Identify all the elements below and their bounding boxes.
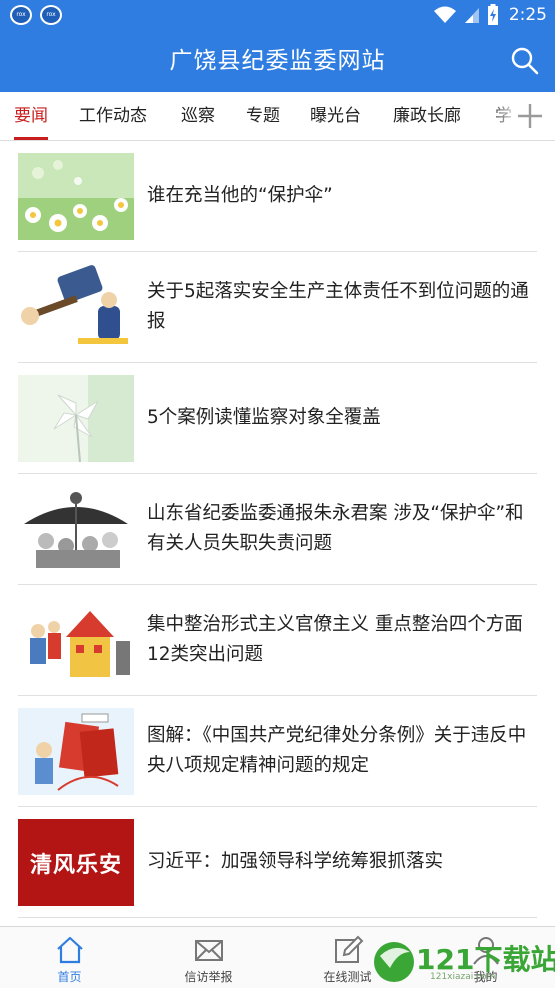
nav-home[interactable]: 首页 bbox=[0, 927, 139, 988]
watermark-subtext: 121xiazai.com bbox=[430, 972, 496, 982]
tab-inspection[interactable]: 巡察 bbox=[181, 92, 215, 140]
signal-icon bbox=[464, 8, 479, 23]
edit-icon bbox=[334, 935, 363, 963]
news-title: 5个案例读懂监察对象全覆盖 bbox=[147, 407, 381, 428]
rox-app-icon: rox bbox=[40, 5, 62, 25]
calligraphy-text: 清风乐安 bbox=[29, 851, 122, 878]
tab-integrity-gallery[interactable]: 廉政长廊 bbox=[393, 92, 461, 140]
search-icon[interactable] bbox=[509, 45, 541, 77]
news-list: 谁在充当他的“保护伞” 关于5起落实安全生产主体责任不到位问题的通报 5个案例读… bbox=[0, 141, 555, 918]
wifi-icon bbox=[433, 6, 456, 23]
news-item[interactable]: 集中整治形式主义官僚主义 重点整治四个方面12类突出问题 bbox=[18, 585, 537, 696]
watermark-ball-icon bbox=[374, 942, 414, 982]
nav-petition[interactable]: 信访举报 bbox=[139, 927, 278, 988]
pinwheel-image bbox=[18, 375, 134, 462]
tab-exposure[interactable]: 曝光台 bbox=[310, 92, 361, 140]
nav-petition-label: 信访举报 bbox=[184, 970, 233, 984]
news-item[interactable]: 谁在充当他的“保护伞” bbox=[18, 141, 537, 252]
umbrella-cartoon-image bbox=[18, 486, 134, 573]
home-icon bbox=[56, 936, 83, 964]
watermark-logo: 121下载站 121xiazai.com bbox=[370, 936, 555, 988]
news-item[interactable]: 山东省纪委监委通报朱永君案 涉及“保护伞”和有关人员失职失责问题 bbox=[18, 474, 537, 585]
regulation-cartoon-image bbox=[18, 708, 134, 795]
news-item[interactable]: 清风乐安 习近平：加强领导科学统筹狠抓落实 bbox=[18, 807, 537, 918]
news-item[interactable]: 关于5起落实安全生产主体责任不到位问题的通报 bbox=[18, 252, 537, 363]
battery-charging-icon bbox=[487, 4, 498, 25]
app-bar: 广饶县纪委监委网站 bbox=[0, 30, 555, 92]
category-tabs: 要闻 工作动态 巡察 专题 曝光台 廉政长廊 学 bbox=[0, 92, 555, 141]
news-title: 关于5起落实安全生产主体责任不到位问题的通报 bbox=[147, 281, 529, 332]
tab-news[interactable]: 要闻 bbox=[14, 92, 48, 140]
clock: 2:25 bbox=[508, 5, 547, 25]
flowers-image bbox=[18, 153, 134, 240]
page-title: 广饶县纪委监委网站 bbox=[169, 48, 386, 74]
news-title: 集中整治形式主义官僚主义 重点整治四个方面12类突出问题 bbox=[147, 614, 523, 665]
house-cartoon-image bbox=[18, 597, 134, 684]
gavel-cartoon-image bbox=[18, 264, 134, 351]
mail-icon bbox=[194, 940, 223, 961]
tab-work-updates[interactable]: 工作动态 bbox=[79, 92, 147, 140]
news-item[interactable]: 图解：《中国共产党纪律处分条例》关于违反中央八项规定精神问题的规定 bbox=[18, 696, 537, 807]
news-title: 谁在充当他的“保护伞” bbox=[147, 185, 333, 206]
plus-icon[interactable] bbox=[515, 101, 545, 131]
rox-app-icon: rox bbox=[10, 5, 32, 25]
calligraphy-banner-image: 清风乐安 bbox=[18, 819, 134, 906]
news-title: 山东省纪委监委通报朱永君案 涉及“保护伞”和有关人员失职失责问题 bbox=[147, 503, 524, 554]
tab-special-topics[interactable]: 专题 bbox=[246, 92, 280, 140]
news-title: 习近平：加强领导科学统筹狠抓落实 bbox=[147, 851, 444, 872]
news-item[interactable]: 5个案例读懂监察对象全覆盖 bbox=[18, 363, 537, 474]
news-title: 图解：《中国共产党纪律处分条例》关于违反中央八项规定精神问题的规定 bbox=[147, 725, 527, 776]
nav-home-label: 首页 bbox=[57, 970, 82, 984]
status-bar: rox rox 2:25 bbox=[0, 0, 555, 30]
